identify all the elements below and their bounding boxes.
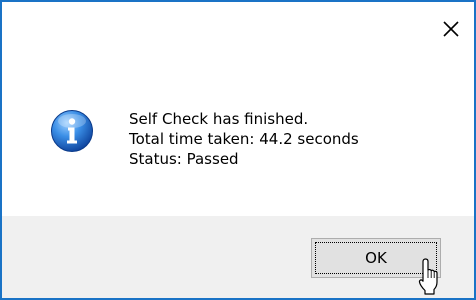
- info-icon: [50, 109, 94, 153]
- message-text: Self Check has finished. Total time take…: [129, 109, 359, 169]
- close-button[interactable]: [438, 16, 464, 42]
- message-line-3: Status: Passed: [129, 150, 239, 168]
- ok-button[interactable]: OK: [311, 238, 441, 278]
- message-line-2: Total time taken: 44.2 seconds: [129, 130, 359, 148]
- close-icon: [443, 21, 459, 37]
- message-dialog: Self Check has finished. Total time take…: [0, 0, 476, 300]
- message-line-1: Self Check has finished.: [129, 110, 309, 128]
